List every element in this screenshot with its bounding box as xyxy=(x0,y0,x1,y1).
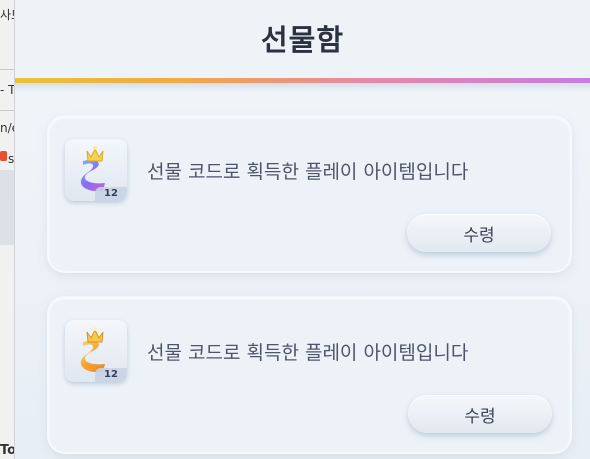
item-quantity: 12 xyxy=(95,187,127,201)
gift-card: 12 선물 코드로 획득한 플레이 아이템입니다 수령 xyxy=(49,117,570,271)
claim-button[interactable]: 수령 xyxy=(407,214,551,252)
background-text-fragment: - T xyxy=(0,83,15,97)
background-pane xyxy=(0,170,14,245)
gift-box-popup: 선물함 12 선물 코드로 획득한 플레이 아이템입니다 수령 12 선물 코드… xyxy=(15,0,590,459)
background-text-fragment: 사트 xyxy=(0,8,14,22)
page-title: 선물함 xyxy=(260,23,345,57)
background-divider xyxy=(0,110,14,111)
header-shadow xyxy=(15,83,590,93)
background-favicon-icon xyxy=(0,151,7,161)
background-divider xyxy=(0,69,14,70)
popup-header: 선물함 xyxy=(15,0,590,80)
background-address-fragment: n/e xyxy=(0,121,14,135)
background-text-fragment: s xyxy=(8,152,15,166)
background-text-fragment: To xyxy=(0,443,15,458)
claim-button[interactable]: 수령 xyxy=(408,395,552,433)
gift-card: 12 선물 코드로 획득한 플레이 아이템입니다 수령 xyxy=(49,298,570,452)
gift-description: 선물 코드로 획득한 플레이 아이템입니다 xyxy=(147,342,469,364)
gift-description: 선물 코드로 획득한 플레이 아이템입니다 xyxy=(147,161,469,183)
item-icon-frame: 12 xyxy=(65,139,127,201)
item-quantity: 12 xyxy=(95,368,127,382)
background-browser-window: 사트 - T n/e s To xyxy=(0,0,15,459)
item-icon-frame: 12 xyxy=(65,320,127,382)
